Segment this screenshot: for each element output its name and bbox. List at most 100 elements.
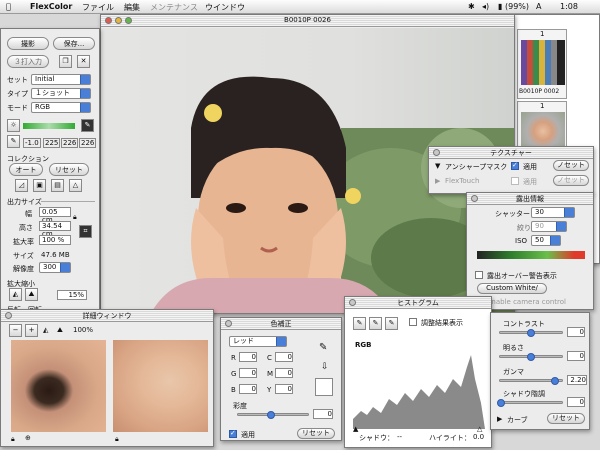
exposure-meter [477, 251, 585, 259]
histogram-window: ヒストグラム ✎ ✎ ✎ 調整結果表示 RGB ▲ △ シャドウ： -- ハイラ… [344, 296, 492, 448]
zoom-in-icon[interactable]: + [25, 324, 38, 337]
type-select[interactable]: １ショット [31, 88, 91, 99]
brightness-knob[interactable] [527, 353, 535, 361]
tone-reset-button[interactable]: リセット [547, 413, 585, 424]
menu-window[interactable]: ウインドウ [205, 2, 245, 13]
detail-mountain-icon[interactable]: ◭ [43, 326, 48, 334]
input-menu-icon[interactable]: A [536, 2, 541, 11]
shadow-tone-slider[interactable] [499, 401, 563, 404]
black-eyedropper-icon[interactable]: ✎ [353, 317, 366, 330]
triangle-icon[interactable]: △ [69, 179, 82, 192]
gamma-knob[interactable] [551, 377, 559, 385]
mountain-large-icon[interactable]: ⛰ [25, 288, 38, 301]
color-reset-button[interactable]: リセット [297, 428, 335, 439]
clock: 1:08 [560, 2, 578, 11]
color-value-b[interactable]: 0 [239, 384, 257, 394]
volume-icon[interactable]: ◂) [482, 2, 489, 11]
thumbnail-1[interactable]: 1 B0010P 0002 [517, 29, 567, 99]
copy-icon[interactable]: ❐ [59, 55, 72, 68]
color-swatch [315, 378, 333, 396]
unsharp-settings-button[interactable]: ノセット [553, 160, 589, 171]
detail-title: 詳細ウィンドウ [82, 312, 132, 320]
gamma-field[interactable]: 2.20 [567, 375, 587, 385]
eyedropper-icon[interactable]: ✎ [81, 119, 94, 132]
color-row-0-right: C [267, 354, 272, 362]
scan-button[interactable]: 撮影 [7, 37, 49, 50]
level-value-2: 226 [61, 138, 79, 148]
adjust-display-checkbox[interactable] [409, 318, 417, 326]
menu-file[interactable]: ファイル [82, 2, 114, 13]
set-select[interactable]: Initial [31, 74, 91, 85]
chart-icon[interactable]: ▤ [51, 179, 64, 192]
mode-select[interactable]: RGB [31, 102, 91, 113]
zoom-out-icon[interactable]: − [9, 324, 22, 337]
gray-eyedropper-icon[interactable]: ✎ [369, 317, 382, 330]
custom-white-button[interactable]: Custom White/ [477, 283, 547, 294]
crop-icon[interactable]: ⌗ [79, 225, 92, 238]
exposure-bar [23, 123, 75, 129]
flextouch-apply-checkbox[interactable] [511, 177, 519, 185]
shadow-tone-knob[interactable] [497, 399, 505, 407]
shutter-select[interactable]: 30 [531, 207, 575, 218]
histogram-white-point[interactable]: △ [477, 425, 482, 433]
detail-mountain-large-icon[interactable]: ⛰ [57, 326, 63, 335]
color-value-r[interactable]: 0 [239, 352, 257, 362]
curve-label: カーブ [507, 416, 528, 424]
detail-target-icon[interactable]: ⊕ [25, 434, 31, 442]
color-apply-label: 適用 [241, 431, 255, 439]
width-field[interactable]: 0.05 cm [39, 207, 71, 224]
apple-menu-icon[interactable]:  [6, 2, 11, 11]
battery-icon[interactable]: ▮ [498, 2, 502, 11]
auto-button[interactable]: オート [9, 163, 43, 176]
arrow-down-icon[interactable]: ⇩ [321, 362, 329, 372]
curve-icon[interactable]: ◿ [15, 179, 28, 192]
unsharp-apply-checkbox[interactable] [511, 161, 519, 170]
lock-icon[interactable]: 🔒︎ [73, 213, 77, 222]
detail-preview-eye [11, 340, 106, 432]
trash-icon[interactable]: ✕ [77, 55, 90, 68]
histogram-black-point[interactable]: ▲ [353, 425, 358, 433]
detail-lock-icon-2[interactable]: 🔒︎ [115, 435, 119, 444]
width-label: 幅 [25, 210, 32, 218]
save-button[interactable]: 保存... [53, 37, 95, 50]
shadow-tone-field[interactable]: 0 [567, 397, 585, 407]
app-menu[interactable]: FlexColor [30, 2, 72, 11]
color-apply-checkbox[interactable] [229, 429, 237, 438]
white-eyedropper-icon[interactable]: ✎ [385, 317, 398, 330]
color-eyedropper-icon[interactable]: ✎ [319, 342, 327, 353]
color-row-2-left: B [231, 386, 236, 394]
shutter-label: シャッター [495, 210, 530, 218]
brightness-field[interactable]: 0 [567, 351, 585, 361]
detail-lock-icon[interactable]: 🔒︎ [11, 435, 15, 444]
color-value-g[interactable]: 0 [239, 368, 257, 378]
bluetooth-icon[interactable]: ✱ [468, 2, 475, 11]
curve-disclosure-icon[interactable]: ▶ [497, 415, 502, 423]
menu-maintenance[interactable]: メンテナンス [150, 2, 198, 13]
thumbnail-1-label: B0010P 0002 [519, 88, 560, 95]
sun-icon[interactable]: ☼ [7, 119, 20, 132]
zoom-field[interactable]: 15% [57, 290, 87, 300]
contrast-field[interactable]: 0 [567, 327, 585, 337]
wb-eyedropper-icon[interactable]: ✎ [7, 135, 20, 148]
color-value-c[interactable]: 0 [275, 352, 293, 362]
adjust-display-label: 調整結果表示 [421, 319, 463, 327]
flextouch-settings-button[interactable]: ノセット [553, 175, 589, 186]
color-value-m[interactable]: 0 [275, 368, 293, 378]
saturation-field[interactable]: 0 [313, 409, 333, 419]
input-button[interactable]: ３打入力 [7, 55, 49, 68]
mountain-small-icon[interactable]: ◭ [9, 288, 22, 301]
overexposure-warning-checkbox[interactable] [475, 271, 483, 279]
resolution-select[interactable]: 300 [39, 262, 71, 273]
color-preset-select[interactable]: レッド [229, 336, 287, 347]
saturation-knob[interactable] [267, 411, 275, 419]
iso-select[interactable]: 50 [531, 235, 561, 246]
level-value-0: -1.0 [23, 138, 41, 148]
menu-edit[interactable]: 編集 [124, 2, 140, 13]
scale-field[interactable]: 100 % [39, 235, 71, 245]
height-field[interactable]: 34.54 cm [39, 221, 71, 238]
reset-button[interactable]: リセット [49, 163, 89, 176]
color-value-y[interactable]: 0 [275, 384, 293, 394]
aperture-select[interactable]: 90 [531, 221, 567, 232]
image-icon[interactable]: ▣ [33, 179, 46, 192]
contrast-knob[interactable] [527, 329, 535, 337]
